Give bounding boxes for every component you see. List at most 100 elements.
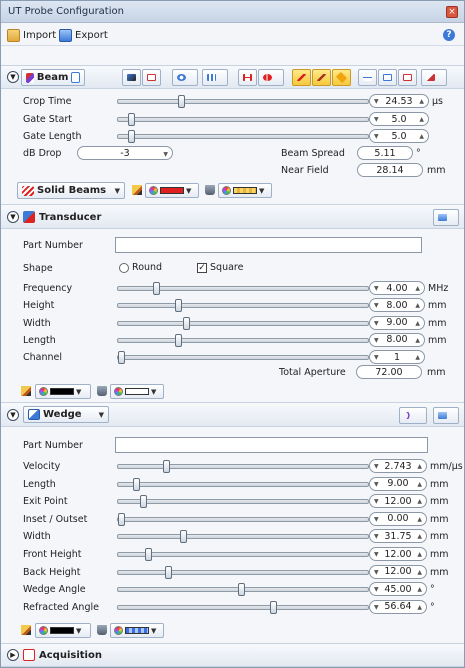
db-drop-combo[interactable]: -3 ▼ [77, 146, 173, 160]
beam-menu-button[interactable]: Beam [21, 69, 85, 86]
crop-time-slider[interactable] [117, 95, 369, 108]
decrement-icon[interactable]: ▼ [374, 586, 379, 593]
velocity-slider[interactable] [117, 460, 369, 473]
increment-icon[interactable]: ▲ [417, 569, 422, 576]
length-slider[interactable] [117, 477, 369, 491]
slider-thumb[interactable] [145, 548, 152, 561]
import-button[interactable]: Import [7, 28, 56, 42]
wedge-angle-spinner[interactable]: ▼ 45.00 ▲ [369, 582, 427, 597]
slider-thumb[interactable] [140, 495, 147, 509]
target-dropdown[interactable] [258, 69, 284, 86]
slider-thumb[interactable] [127, 113, 135, 126]
decrement-icon[interactable]: ▼ [374, 285, 379, 292]
exit-point-slider[interactable] [117, 495, 369, 509]
gate-start-spinner[interactable]: ▼ 5.0 ▲ [369, 112, 429, 126]
slider-thumb[interactable] [152, 282, 160, 295]
diagonal-tool-button[interactable] [312, 69, 331, 86]
inset-outset-slider[interactable] [117, 512, 369, 526]
front-height-spinner[interactable]: ▼ 12.00 ▲ [369, 547, 427, 561]
slider-thumb[interactable] [132, 477, 140, 491]
wedge-menu-button[interactable]: Wedge ▼ [23, 406, 109, 423]
transducer-line-color-picker[interactable]: ▼ [35, 384, 91, 399]
width-spinner[interactable]: ▼ 9.00 ▲ [369, 315, 425, 330]
transducer-library-dropdown[interactable] [433, 209, 459, 226]
channel-slider[interactable] [117, 351, 369, 365]
check-view-button[interactable] [398, 69, 417, 86]
wedge-part-number-input[interactable] [115, 437, 428, 453]
beam-fill-color-picker[interactable]: ▼ [218, 183, 272, 198]
channel-spinner[interactable]: ▼ 1 ▲ [369, 350, 425, 365]
acquisition-header[interactable]: ▶ Acquisition [1, 643, 464, 667]
gate-length-spinner[interactable]: ▼ 5.0 ▲ [369, 129, 429, 143]
expand-acquisition-icon[interactable]: ▶ [7, 649, 19, 661]
collapse-beam-icon[interactable]: ▼ [7, 71, 19, 83]
length-spinner[interactable]: ▼ 9.00 ▲ [369, 476, 427, 491]
decrement-icon[interactable]: ▼ [374, 320, 379, 327]
velocity-spinner[interactable]: ▼ 2.743 ▲ [369, 459, 427, 473]
decrement-icon[interactable]: ▼ [374, 302, 379, 309]
decrement-icon[interactable]: ▼ [374, 481, 379, 488]
slider-thumb[interactable] [175, 333, 182, 347]
slider-thumb[interactable] [175, 299, 182, 313]
increment-icon[interactable]: ▲ [417, 551, 422, 558]
refracted-angle-spinner[interactable]: ▼ 56.64 ▲ [369, 599, 427, 614]
height-spinner[interactable]: ▼ 8.00 ▲ [369, 298, 425, 313]
waveform-view-button[interactable] [142, 69, 161, 86]
crop-time-spinner[interactable]: ▼ 24.53 ▲ [369, 94, 429, 108]
gate-tool-button[interactable] [238, 69, 257, 86]
back-height-slider[interactable] [117, 565, 369, 579]
wedge-fill-color-picker[interactable]: ▼ [110, 623, 164, 638]
line-tool-button[interactable] [292, 69, 311, 86]
increment-icon[interactable]: ▲ [417, 463, 422, 470]
round-radio[interactable]: Round [119, 262, 162, 273]
solid-beams-dropdown[interactable]: Solid Beams ▼ [17, 182, 125, 199]
wedge-angle-slider[interactable] [117, 583, 369, 597]
inset-outset-spinner[interactable]: ▼ 0.00 ▲ [369, 511, 427, 526]
exit-point-spinner[interactable]: ▼ 12.00 ▲ [369, 494, 427, 509]
gate-length-slider[interactable] [117, 130, 369, 143]
collapse-wedge-icon[interactable]: ▼ [7, 409, 19, 421]
length-spinner[interactable]: ▼ 8.00 ▲ [369, 332, 425, 347]
increment-icon[interactable]: ▲ [417, 533, 422, 540]
increment-icon[interactable]: ▲ [417, 498, 422, 505]
slider-thumb[interactable] [118, 512, 125, 526]
decrement-icon[interactable]: ▼ [374, 533, 379, 540]
slider-thumb[interactable] [127, 130, 135, 143]
decrement-icon[interactable]: ▼ [374, 354, 379, 361]
slider-thumb[interactable] [118, 351, 125, 365]
display-mode-dropdown[interactable] [172, 69, 198, 86]
width-slider[interactable] [117, 316, 369, 330]
front-height-slider[interactable] [117, 548, 369, 561]
slider-thumb[interactable] [177, 95, 185, 108]
refracted-angle-slider[interactable] [117, 600, 369, 614]
decrement-icon[interactable]: ▼ [374, 604, 379, 611]
slider-thumb[interactable] [182, 316, 190, 330]
gate-start-slider[interactable] [117, 113, 369, 126]
slider-thumb[interactable] [180, 530, 187, 544]
increment-icon[interactable]: ▲ [415, 285, 420, 292]
decrement-icon[interactable]: ▼ [374, 463, 379, 470]
increment-icon[interactable]: ▲ [417, 586, 422, 593]
wedge-line-color-picker[interactable]: ▼ [35, 623, 91, 638]
options-dropdown[interactable] [421, 69, 447, 86]
decrement-icon[interactable]: ▼ [374, 498, 379, 505]
square-checkbox[interactable]: ✓ Square [197, 262, 243, 273]
wedge-wave-dropdown[interactable] [399, 407, 427, 424]
diamond-tool-button[interactable] [332, 69, 351, 86]
decrement-icon[interactable]: ▼ [374, 551, 379, 558]
increment-icon[interactable]: ▲ [417, 516, 422, 523]
increment-icon[interactable]: ▲ [415, 354, 420, 361]
export-button[interactable]: Export [59, 28, 108, 42]
decrement-icon[interactable]: ▼ [374, 516, 379, 523]
increment-icon[interactable]: ▲ [415, 320, 420, 327]
frequency-slider[interactable] [117, 282, 369, 295]
increment-icon[interactable]: ▲ [415, 302, 420, 309]
width-slider[interactable] [117, 530, 369, 544]
increment-icon[interactable]: ▲ [415, 337, 420, 344]
decrement-icon[interactable]: ▼ [374, 569, 379, 576]
overlay-view-button[interactable] [378, 69, 397, 86]
slider-thumb[interactable] [165, 565, 172, 579]
help-icon[interactable]: ? [443, 29, 455, 41]
crosshair-button[interactable] [358, 69, 377, 86]
slider-thumb[interactable] [162, 460, 170, 473]
